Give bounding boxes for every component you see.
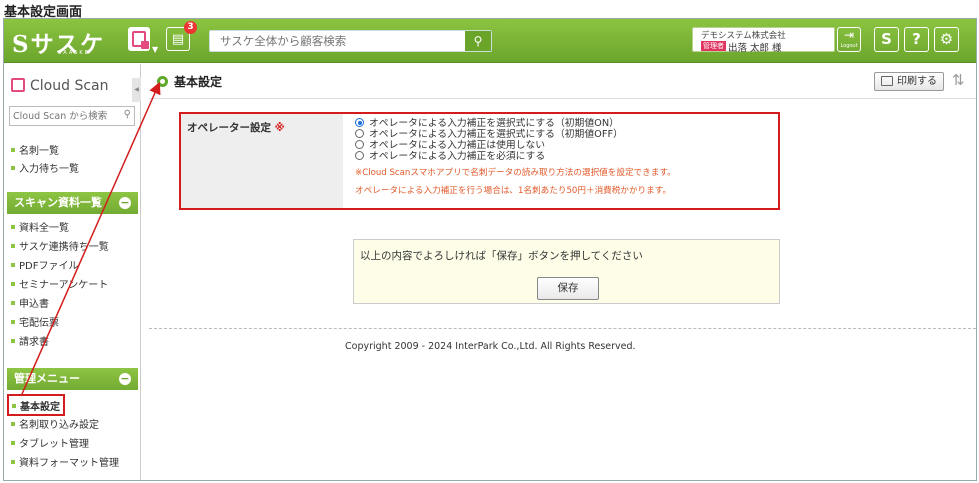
sidebar-item-application[interactable]: 申込書 [11, 295, 49, 310]
saaske-icon: S [881, 30, 892, 48]
option-label: オペレータによる入力補正を必須にする [369, 151, 546, 162]
sidebar-item-label: 資料全一覧 [19, 223, 69, 234]
sidebar: Cloud Scan ◀ ⚲ 名刺一覧 入力待ち一覧 スキャン資料一覧 − 資料… [4, 64, 141, 480]
option-label: オペレータによる入力補正を選択式にする（初期値OFF） [369, 129, 623, 140]
cloud-scan-icon [11, 78, 25, 92]
logout-button[interactable]: ⇥ Logout [837, 27, 861, 52]
sidebar-item-label: サスケ連携待ち一覧 [19, 242, 109, 253]
note-text: ※Cloud Scanスマホアプリで名刺データの読み取り方法の選択値を設定できま… [355, 168, 676, 178]
operator-option[interactable]: オペレータによる入力補正を必須にする [355, 151, 676, 162]
sidebar-title-label: Cloud Scan [30, 78, 109, 94]
confirm-text: 以上の内容でよろしければ「保存」ボタンを押してください [360, 250, 643, 262]
refresh-icon[interactable]: ⇅ [952, 71, 965, 89]
sidebar-item-label: 入力待ち一覧 [19, 164, 79, 175]
print-label: 印刷する [897, 76, 937, 87]
settings-button[interactable]: ⚙ [934, 27, 959, 52]
sidebar-item-label: 申込書 [19, 299, 49, 310]
search-icon[interactable]: ⚲ [465, 31, 491, 51]
option-label: オペレータによる入力補正は使用しない [369, 140, 546, 151]
sidebar-collapse-button[interactable]: ◀ [132, 78, 141, 102]
user-info[interactable]: デモシステム株式会社 管理者 出落 太郎 様 [692, 27, 835, 54]
sidebar-item-label: 名刺取り込み設定 [19, 420, 99, 431]
sidebar-item-label: 請求書 [19, 337, 49, 348]
page-title-label: 基本設定 [174, 75, 223, 89]
operator-setting-label: オペレーター設定 ※ [181, 114, 343, 208]
search-icon[interactable]: ⚲ [124, 109, 131, 120]
sidebar-item-label: 名刺一覧 [19, 146, 59, 157]
global-search-input[interactable] [210, 31, 465, 51]
sidebar-item-label: セミナーアンケート [19, 280, 109, 291]
gear-icon: ⚙ [939, 30, 954, 48]
saaske-home-button[interactable]: S [874, 27, 899, 52]
sidebar-section-scan[interactable]: スキャン資料一覧 − [7, 192, 138, 214]
title-bullet-icon [157, 76, 168, 87]
sidebar-item-label: 基本設定 [20, 402, 60, 413]
sidebar-item-all-docs[interactable]: 資料全一覧 [11, 219, 69, 234]
collapse-icon[interactable]: − [119, 373, 131, 385]
sidebar-item-input-waiting[interactable]: 入力待ち一覧 [11, 160, 79, 175]
save-button[interactable]: 保存 [537, 277, 599, 300]
operator-option[interactable]: オペレータによる入力補正を選択式にする（初期値OFF） [355, 129, 676, 140]
sidebar-item-pdf[interactable]: PDFファイル [11, 257, 78, 272]
sidebar-search-input[interactable] [10, 107, 118, 125]
chevron-down-icon[interactable]: ▼ [152, 45, 158, 54]
sidebar-item-label: 資料フォーマット管理 [19, 458, 119, 469]
radio-button[interactable] [355, 129, 364, 138]
sidebar-title: Cloud Scan [11, 78, 108, 94]
logout-icon: ⇥ [843, 28, 855, 42]
copyright: Copyright 2009 - 2024 InterPark Co.,Ltd.… [345, 341, 636, 352]
divider [149, 98, 976, 99]
logout-label: Logout [840, 43, 858, 49]
sidebar-item-business-cards[interactable]: 名刺一覧 [11, 142, 59, 157]
operator-options: オペレータによる入力補正を選択式にする（初期値ON） オペレータによる入力補正を… [355, 118, 676, 196]
printer-icon [881, 76, 893, 86]
sidebar-item-label: タブレット管理 [19, 439, 89, 450]
message-icon: ▤ [171, 31, 185, 47]
operator-settings: オペレーター設定 ※ オペレータによる入力補正を選択式にする（初期値ON） オペ… [179, 112, 780, 210]
sidebar-item-invoice[interactable]: 請求書 [11, 333, 49, 348]
divider [149, 328, 976, 329]
top-bar: Sサスケ SAASKE ▼ ▤ 3 ⚲ デモシステム株式会社 管理者 出落 太郎… [4, 19, 976, 63]
sidebar-item-basic-settings[interactable]: 基本設定 [7, 394, 65, 416]
sidebar-item-seminar[interactable]: セミナーアンケート [11, 276, 108, 291]
sidebar-item-label: PDFファイル [19, 261, 79, 272]
sidebar-item-tablet[interactable]: タブレット管理 [11, 435, 89, 450]
radio-button[interactable] [355, 151, 364, 160]
operator-option[interactable]: オペレータによる入力補正は使用しない [355, 140, 676, 151]
required-mark: ※ [274, 122, 285, 134]
note-text: オペレータによる入力補正を行う場合は、1名刺あたり50円＋消費税かかります。 [355, 186, 672, 196]
sidebar-item-delivery[interactable]: 宅配伝票 [11, 314, 59, 329]
option-label: オペレータによる入力補正を選択式にする（初期値ON） [369, 118, 619, 129]
section-title: 管理メニュー [14, 372, 80, 385]
message-count-badge: 3 [184, 21, 197, 34]
help-button[interactable]: ? [904, 27, 929, 52]
section-title: スキャン資料一覧 [14, 196, 102, 209]
sidebar-item-card-import[interactable]: 名刺取り込み設定 [11, 416, 99, 431]
radio-button[interactable] [355, 140, 364, 149]
sidebar-item-label: 宅配伝票 [19, 318, 59, 329]
sidebar-search: ⚲ [9, 106, 135, 126]
operator-option[interactable]: オペレータによる入力補正を選択式にする（初期値ON） [355, 118, 676, 129]
app-switch-icon[interactable] [128, 27, 150, 51]
radio-button[interactable] [355, 118, 364, 127]
operator-label: オペレーター設定 [187, 122, 271, 134]
role-badge: 管理者 [701, 41, 726, 51]
sidebar-section-admin[interactable]: 管理メニュー − [7, 368, 138, 390]
sidebar-item-saaske-waiting[interactable]: サスケ連携待ち一覧 [11, 238, 109, 253]
print-button[interactable]: 印刷する [874, 72, 944, 91]
app-window: Sサスケ SAASKE ▼ ▤ 3 ⚲ デモシステム株式会社 管理者 出落 太郎… [3, 18, 977, 481]
global-search: ⚲ [209, 30, 492, 52]
page-title: 基本設定 [157, 73, 222, 90]
confirm-box: 以上の内容でよろしければ「保存」ボタンを押してください 保存 [353, 239, 780, 304]
collapse-icon[interactable]: − [119, 197, 131, 209]
logo[interactable]: Sサスケ SAASKE [12, 25, 122, 58]
sidebar-item-doc-format[interactable]: 資料フォーマット管理 [11, 454, 119, 469]
logo-sub: SAASKE [58, 50, 90, 56]
help-icon: ? [912, 30, 921, 48]
user-name: 出落 太郎 様 [728, 43, 782, 54]
